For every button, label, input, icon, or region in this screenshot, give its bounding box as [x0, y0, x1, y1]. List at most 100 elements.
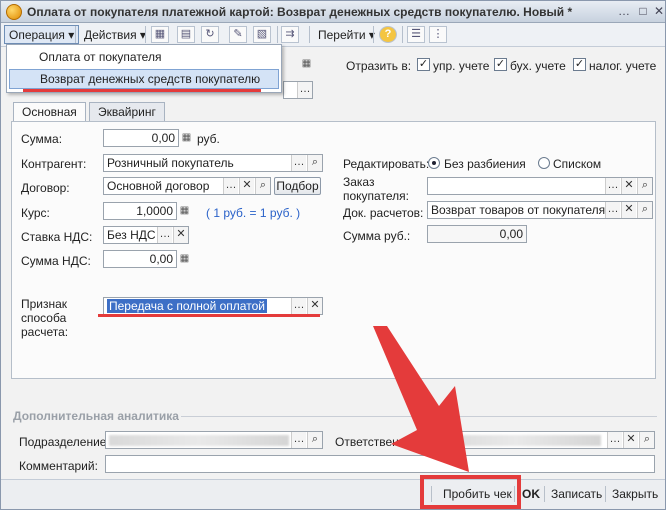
division-input[interactable]: … ⌕: [105, 431, 323, 449]
edit-label: Редактировать:: [343, 157, 430, 171]
search-icon[interactable]: ⌕: [639, 432, 654, 448]
clear-icon[interactable]: ✕: [621, 178, 636, 194]
goto-menu-button[interactable]: Перейти ▾: [313, 25, 380, 44]
bottom-button-bar: Пробить чек OK Записать Закрыть: [1, 479, 665, 509]
division-label: Подразделение:: [19, 435, 110, 449]
goto-label: Перейти: [318, 28, 366, 42]
select-icon[interactable]: …: [607, 432, 622, 448]
tax-accounting-checkbox[interactable]: ✓: [573, 58, 586, 71]
vat-sum-input[interactable]: 0,00: [103, 250, 177, 268]
unpost-document-icon[interactable]: ▧: [253, 26, 271, 43]
sum-label: Сумма:: [21, 132, 63, 146]
payment-method-input[interactable]: Передача с полной оплатой … ✕: [103, 297, 323, 315]
red-highlight-underline: [23, 89, 261, 92]
mgmt-accounting-checkbox[interactable]: ✓: [417, 58, 430, 71]
add-icon[interactable]: ▦: [151, 26, 169, 43]
select-icon[interactable]: …: [291, 432, 306, 448]
save-button[interactable]: Записать: [551, 487, 602, 501]
select-icon[interactable]: …: [605, 178, 620, 194]
clear-icon[interactable]: ✕: [307, 298, 322, 314]
search-icon[interactable]: ⌕: [307, 155, 322, 171]
extra-section-title: Дополнительная аналитика: [13, 409, 179, 423]
vat-rate-label: Ставка НДС:: [21, 230, 93, 244]
clear-icon[interactable]: ✕: [239, 178, 254, 194]
close-icon[interactable]: ✕: [651, 4, 666, 19]
contractor-input[interactable]: Розничный покупатель … ⌕: [103, 154, 323, 172]
select-icon[interactable]: …: [291, 155, 306, 171]
refresh-icon[interactable]: ↻: [201, 26, 219, 43]
toolbar-separator: [402, 26, 403, 43]
menu-item-payment-from-buyer[interactable]: Оплата от покупателя: [9, 48, 279, 68]
tab-acquiring[interactable]: Эквайринг: [89, 102, 165, 122]
clear-icon[interactable]: ✕: [621, 202, 636, 218]
red-highlight-underline: [98, 314, 320, 317]
edit-list-label: Списком: [553, 157, 602, 171]
mgmt-accounting-label: упр. учете: [433, 59, 490, 73]
select-icon[interactable]: …: [291, 298, 306, 314]
payment-method-label: Признак способа расчета:: [21, 297, 69, 339]
edit-no-split-label: Без разбиения: [444, 157, 526, 171]
search-icon[interactable]: ⌕: [307, 432, 322, 448]
calculator-icon[interactable]: ▦: [177, 251, 192, 267]
bookkeeping-label: бух. учете: [510, 59, 566, 73]
list-view-icon[interactable]: ☰: [407, 26, 425, 43]
calendar-icon[interactable]: ▦: [299, 56, 314, 72]
document-window: Оплата от покупателя платежной картой: В…: [0, 0, 666, 510]
close-button[interactable]: Закрыть: [612, 487, 658, 501]
edit-no-split-radio[interactable]: [428, 157, 440, 169]
search-icon[interactable]: ⌕: [637, 178, 652, 194]
vat-rate-value: Без НДС: [107, 228, 156, 242]
sum-rub-input: 0,00: [427, 225, 527, 243]
red-arrow-annotation: [373, 326, 469, 472]
operation-label: Операция: [9, 28, 65, 42]
tab-main[interactable]: Основная: [13, 102, 86, 123]
red-highlight-box: [420, 475, 521, 509]
select-button[interactable]: Подбор: [274, 177, 321, 195]
reflect-label: Отразить в:: [346, 59, 412, 73]
toolbar-separator: [309, 26, 310, 43]
ok-button[interactable]: OK: [522, 487, 540, 501]
post-document-icon[interactable]: ✎: [229, 26, 247, 43]
settings-list-icon[interactable]: ⋮: [429, 26, 447, 43]
select-icon[interactable]: …: [605, 202, 620, 218]
structure-icon[interactable]: ⇉: [281, 26, 299, 43]
copy-icon[interactable]: ▤: [177, 26, 195, 43]
bar-separator: [544, 486, 545, 502]
menu-item-refund-to-buyer[interactable]: Возврат денежных средств покупателю: [9, 69, 279, 89]
rate-input[interactable]: 1,0000: [103, 202, 177, 220]
contractor-label: Контрагент:: [21, 157, 87, 171]
actions-menu-button[interactable]: Действия ▾: [79, 25, 151, 44]
contract-value: Основной договор: [107, 179, 210, 193]
toolbar-separator: [277, 26, 278, 43]
toolbar-separator: [145, 26, 146, 43]
clear-icon[interactable]: ✕: [173, 227, 188, 243]
clear-icon[interactable]: ✕: [623, 432, 638, 448]
settlement-doc-input[interactable]: Возврат товаров от покупателя Т… ✕ ⌕: [427, 201, 653, 219]
vat-rate-input[interactable]: Без НДС… ✕: [103, 226, 189, 244]
payment-method-value: Передача с полной оплатой: [107, 299, 267, 313]
select-icon[interactable]: …: [157, 227, 172, 243]
calculator-icon[interactable]: ▦: [179, 130, 194, 146]
company-field-tail[interactable]: …: [283, 81, 313, 99]
contract-input[interactable]: Основной договор … ✕ ⌕: [103, 177, 271, 195]
toolbar-separator: [75, 26, 76, 43]
bookkeeping-checkbox[interactable]: ✓: [494, 58, 507, 71]
search-icon[interactable]: ⌕: [255, 178, 270, 194]
sum-input[interactable]: 0,00: [103, 129, 179, 147]
operation-menu-button[interactable]: Операция ▾: [4, 25, 80, 44]
toolbar-separator: [373, 26, 374, 43]
help-icon[interactable]: ?: [379, 26, 397, 43]
calculator-icon[interactable]: ▦: [177, 203, 192, 219]
edit-list-radio[interactable]: [538, 157, 550, 169]
sum-rub-label: Сумма руб.:: [343, 229, 411, 243]
maximize-icon[interactable]: □: [635, 4, 651, 19]
minimize-icon[interactable]: …: [616, 4, 632, 19]
search-icon[interactable]: ⌕: [637, 202, 652, 218]
order-label: Заказ покупателя:: [343, 175, 409, 203]
select-icon[interactable]: …: [223, 178, 238, 194]
order-input[interactable]: … ✕ ⌕: [427, 177, 653, 195]
select-icon[interactable]: …: [297, 82, 312, 98]
actions-label: Действия: [84, 28, 137, 42]
contractor-value: Розничный покупатель: [107, 156, 234, 170]
contract-label: Договор:: [21, 181, 70, 195]
